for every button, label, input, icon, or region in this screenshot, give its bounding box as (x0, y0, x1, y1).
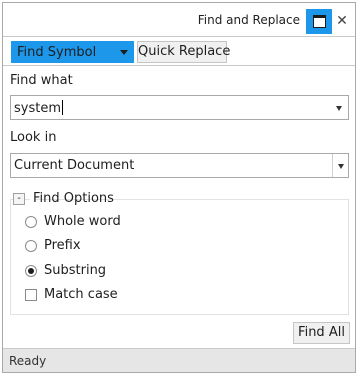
collapse-options-icon[interactable]: - (13, 193, 25, 205)
find-what-value: system (14, 100, 63, 116)
window-title: Find and Replace (197, 13, 300, 27)
radio-selected-icon (25, 265, 37, 277)
checkbox-icon (25, 289, 37, 301)
mode-toolbar: Find Symbol Quick Replace (3, 36, 355, 66)
title-bar: Find and Replace ✕ (3, 3, 355, 36)
dock-window-icon (313, 15, 326, 28)
dock-window-button[interactable] (306, 9, 332, 34)
whole-word-label: Whole word (44, 214, 121, 229)
find-mode-label: Find Symbol (17, 45, 97, 60)
chevron-down-icon (120, 50, 128, 55)
find-what-text: system (14, 101, 61, 116)
find-what-label: Find what (10, 73, 73, 88)
look-in-dropdown[interactable]: Current Document (10, 153, 349, 178)
text-caret (62, 100, 63, 115)
prefix-label: Prefix (44, 238, 81, 253)
find-all-button[interactable]: Find All (293, 322, 350, 344)
substring-label: Substring (44, 263, 107, 278)
chevron-down-icon[interactable] (336, 106, 342, 111)
match-case-label: Match case (44, 287, 118, 302)
radio-icon (25, 216, 37, 228)
status-bar: Ready (3, 348, 355, 372)
look-in-label: Look in (10, 130, 57, 145)
close-icon[interactable]: ✕ (334, 11, 350, 31)
look-in-dropdown-button[interactable] (332, 154, 348, 177)
find-options-title: Find Options (33, 191, 114, 206)
chevron-down-icon (338, 164, 344, 169)
find-replace-window: Find and Replace ✕ Find Symbol Quick Rep… (2, 2, 356, 373)
status-text: Ready (9, 354, 47, 368)
radio-icon (25, 240, 37, 252)
find-what-input[interactable]: system (10, 95, 349, 120)
find-options-header: Find Options (30, 189, 114, 209)
look-in-value: Current Document (14, 158, 135, 173)
find-mode-dropdown[interactable]: Find Symbol (11, 41, 134, 63)
quick-replace-button[interactable]: Quick Replace (137, 41, 230, 63)
